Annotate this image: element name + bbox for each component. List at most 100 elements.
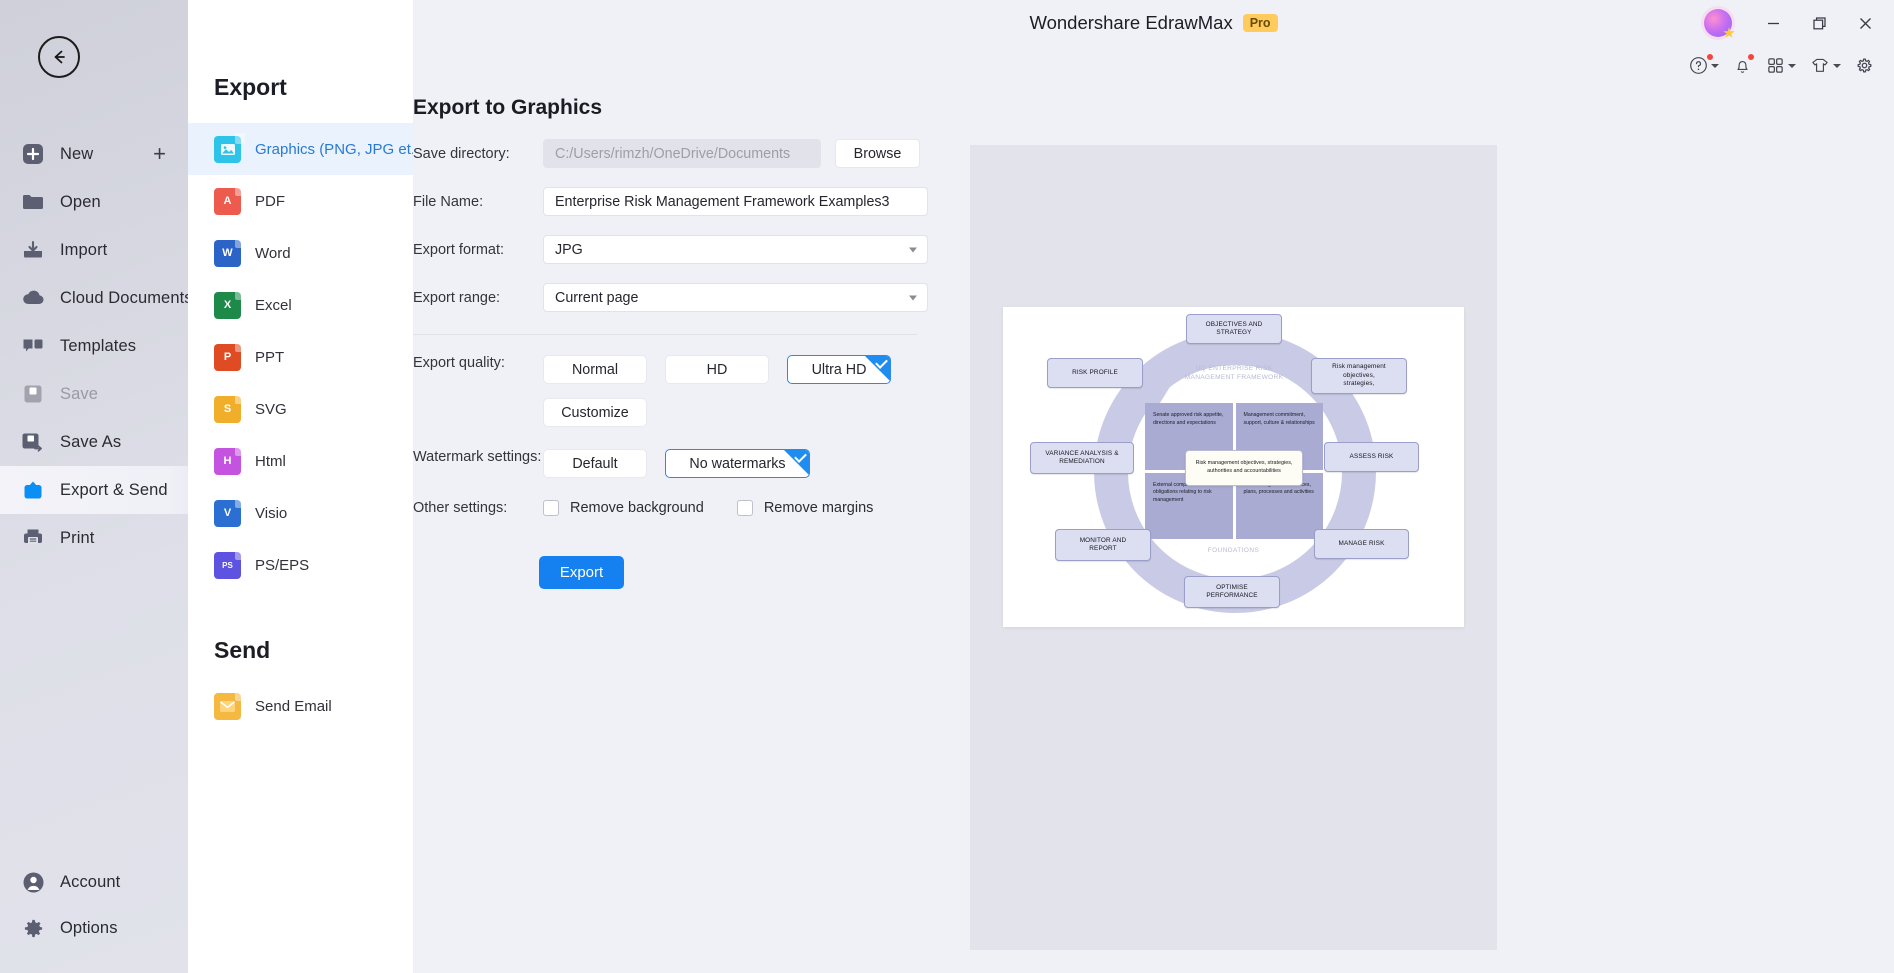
node-label: MONITOR AND REPORT	[1079, 536, 1127, 552]
format-item-html[interactable]: H Html	[188, 435, 413, 487]
format-item-ps-eps[interactable]: PS PS/EPS	[188, 539, 413, 591]
format-item-ppt[interactable]: P PPT	[188, 331, 413, 383]
pdf-glyph: A	[223, 195, 232, 207]
format-item-svg[interactable]: S SVG	[188, 383, 413, 435]
remove-background-checkbox[interactable]	[543, 500, 559, 516]
format-item-graphics[interactable]: Graphics (PNG, JPG et...	[188, 123, 423, 175]
node-monitor-and-report: MONITOR AND REPORT	[1055, 529, 1151, 561]
restore-button[interactable]	[1804, 8, 1834, 38]
minimize-icon	[1767, 22, 1779, 24]
quality-option-ultra-hd[interactable]: Ultra HD	[787, 355, 891, 384]
watermark-row: Watermark settings: Default No watermark…	[413, 449, 1053, 478]
watermark-option-no-watermarks[interactable]: No watermarks	[665, 449, 810, 478]
export-send-icon	[20, 477, 46, 503]
send-item-email[interactable]: Send Email	[188, 680, 413, 732]
save-directory-input[interactable]: C:/Users/rimzh/OneDrive/Documents	[543, 139, 821, 168]
apps-button[interactable]	[1762, 52, 1800, 79]
format-label: Html	[255, 452, 286, 470]
other-settings-label: Other settings:	[413, 500, 508, 516]
sidebar-item-options[interactable]: Options	[0, 905, 188, 951]
pdf-file-icon: A	[214, 184, 245, 215]
sidebar-item-save-as[interactable]: Save As	[0, 418, 188, 466]
sidebar-item-label: Save As	[60, 432, 122, 451]
sidebar-item-label: Export & Send	[60, 480, 168, 499]
export-quality-label: Export quality:	[413, 355, 505, 371]
format-label: SVG	[255, 400, 287, 418]
ppt-file-icon: P	[214, 340, 245, 371]
back-arrow-icon	[54, 50, 65, 64]
settings-button[interactable]	[1851, 52, 1878, 79]
file-name-input[interactable]: Enterprise Risk Management Framework Exa…	[543, 187, 928, 216]
format-label: Graphics (PNG, JPG et...	[255, 140, 424, 158]
format-item-word[interactable]: W Word	[188, 227, 413, 279]
section-divider	[413, 334, 917, 335]
watermark-option-default[interactable]: Default	[543, 449, 647, 478]
sidebar-item-save[interactable]: Save	[0, 370, 188, 418]
send-list: Send Email	[188, 680, 413, 732]
node-label: RISK PROFILE	[1072, 368, 1118, 376]
quality-option-hd[interactable]: HD	[665, 355, 769, 384]
new-plus-icon	[20, 141, 46, 167]
sidebar-item-new[interactable]: New +	[0, 130, 188, 178]
html-file-icon: H	[214, 444, 245, 475]
sidebar-item-label: Import	[60, 240, 108, 259]
quality-option-customize[interactable]: Customize	[543, 398, 647, 427]
rail-bottom-items: Account Options	[0, 859, 188, 951]
close-button[interactable]	[1850, 8, 1880, 38]
format-label: Word	[255, 244, 291, 262]
shirt-theme-icon	[1812, 58, 1828, 72]
sidebar-item-label: Open	[60, 192, 101, 211]
export-format-row: Export format: JPG	[413, 235, 1053, 264]
sidebar-item-label: Cloud Documents	[60, 288, 193, 307]
ps-eps-file-icon: PS	[214, 548, 245, 579]
export-range-label: Export range:	[413, 289, 501, 306]
help-button[interactable]	[1685, 52, 1723, 79]
sidebar-item-account[interactable]: Account	[0, 859, 188, 905]
theme-button[interactable]	[1806, 52, 1845, 79]
node-objectives-and-strategy: OBJECTIVES AND STRATEGY	[1186, 314, 1282, 344]
format-item-visio[interactable]: V Visio	[188, 487, 413, 539]
format-label: Excel	[255, 296, 292, 314]
node-assess-risk: ASSESS RISK	[1324, 442, 1419, 472]
format-item-pdf[interactable]: A PDF	[188, 175, 413, 227]
avatar[interactable]	[1704, 9, 1732, 37]
excel-glyph: X	[223, 299, 232, 311]
export-format-select[interactable]: JPG	[543, 235, 928, 264]
preview-canvas[interactable]: UQ ENTERPRISE RISK MANAGEMENT FRAMEWORK …	[1003, 307, 1464, 627]
form-heading: Export to Graphics	[413, 96, 603, 119]
export-button[interactable]: Export	[539, 556, 624, 589]
export-quality-row: Export quality: Normal HD Ultra HD Custo…	[413, 355, 1053, 427]
quality-option-normal[interactable]: Normal	[543, 355, 647, 384]
sidebar-item-import[interactable]: Import	[0, 226, 188, 274]
sidebar-item-print[interactable]: Print	[0, 514, 188, 562]
sidebar-item-cloud-documents[interactable]: Cloud Documents	[0, 274, 193, 322]
sidebar-item-templates[interactable]: Templates	[0, 322, 188, 370]
erm-diagram: UQ ENTERPRISE RISK MANAGEMENT FRAMEWORK …	[1003, 307, 1464, 627]
format-label: Visio	[255, 504, 288, 522]
sidebar-item-open[interactable]: Open	[0, 178, 188, 226]
utility-toolbar	[1685, 52, 1878, 79]
chevron-down-icon	[1833, 63, 1841, 68]
visio-glyph: V	[223, 507, 232, 519]
sidebar-item-export-send[interactable]: Export & Send	[0, 466, 188, 514]
quality-option-label: Ultra HD	[811, 361, 867, 378]
node-label: ASSESS RISK	[1349, 452, 1394, 460]
center-title-line1: UQ ENTERPRISE RISK	[1195, 365, 1273, 372]
format-list: Graphics (PNG, JPG et... A PDF W Word X …	[188, 123, 423, 591]
minimize-button[interactable]	[1758, 8, 1788, 38]
page-title: Wondershare EdrawMax Pro	[413, 12, 1894, 34]
visio-file-icon: V	[214, 496, 245, 527]
format-item-excel[interactable]: X Excel	[188, 279, 413, 331]
export-range-select[interactable]: Current page	[543, 283, 928, 312]
ps-glyph: PS	[222, 560, 233, 570]
notifications-badge-dot	[1748, 54, 1754, 60]
back-button[interactable]	[38, 36, 80, 78]
notifications-button[interactable]	[1729, 52, 1756, 79]
format-label: PS/EPS	[255, 556, 310, 574]
browse-button[interactable]: Browse	[835, 139, 920, 168]
remove-margins-checkbox[interactable]	[736, 500, 753, 516]
diagram-center-title: UQ ENTERPRISE RISK MANAGEMENT FRAMEWORK	[1164, 364, 1304, 383]
node-risk-management-objectives: Risk management objectives, strategies,	[1311, 358, 1407, 394]
sidebar-item-label: Templates	[60, 336, 137, 355]
new-add-button[interactable]: +	[153, 143, 166, 165]
